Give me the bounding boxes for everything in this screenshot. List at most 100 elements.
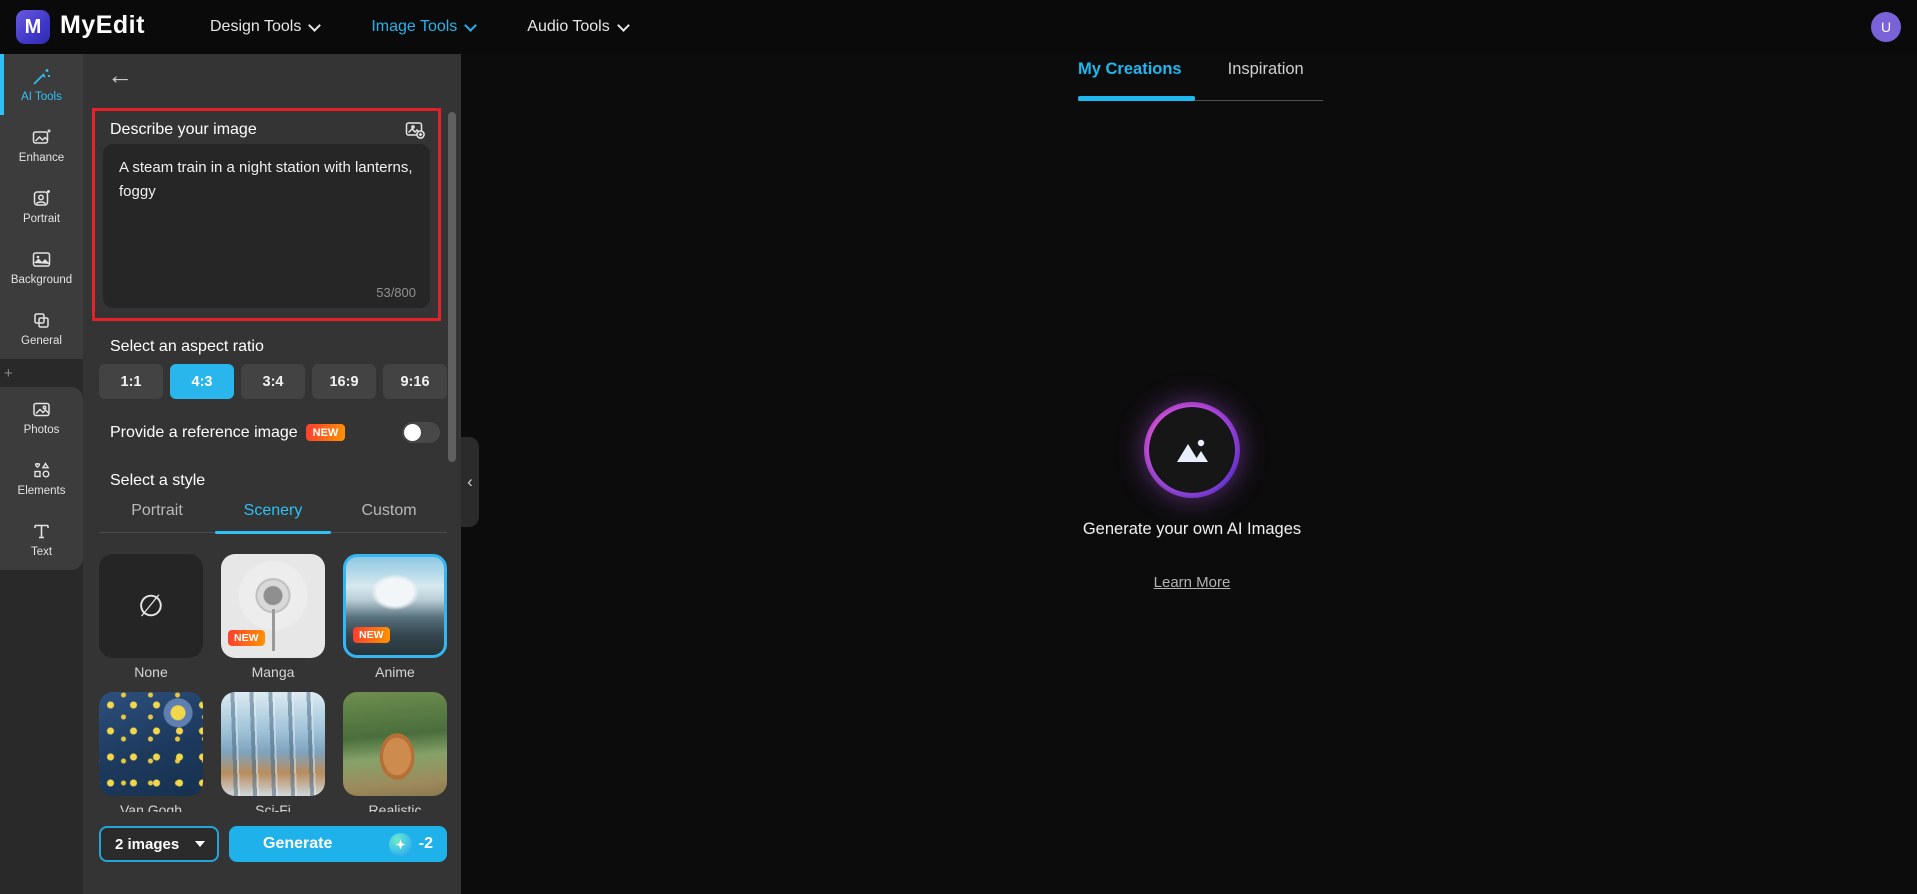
sidebar-item-text[interactable]: Text [0, 509, 83, 570]
none-slash-icon: ∅ [138, 589, 164, 624]
tab-portrait[interactable]: Portrait [99, 498, 215, 532]
chevron-down-icon [617, 19, 630, 32]
sidebar-item-label: Background [11, 274, 72, 286]
reference-image-toggle[interactable] [402, 422, 440, 443]
portrait-person-icon [31, 188, 52, 209]
tab-my-creations[interactable]: My Creations [1078, 60, 1182, 79]
myedit-logo-icon[interactable]: M [16, 10, 50, 44]
ratio-16-9-button[interactable]: 16:9 [312, 364, 376, 399]
sidebar-item-general[interactable]: General [0, 298, 83, 359]
ratio-1-1-button[interactable]: 1:1 [99, 364, 163, 399]
ratio-3-4-button[interactable]: 3:4 [241, 364, 305, 399]
ratio-4-3-button[interactable]: 4:3 [170, 364, 234, 399]
menu-label: Audio Tools [527, 18, 609, 36]
credit-coin-icon [389, 833, 412, 856]
learn-more-link[interactable]: Learn More [1042, 574, 1342, 591]
style-option-none: ∅ None [99, 554, 203, 680]
prompt-box: A steam train in a night station with la… [103, 144, 430, 308]
aspect-ratio-label: Select an aspect ratio [110, 338, 264, 356]
sidebar-item-ai-tools[interactable]: AI Tools [0, 54, 83, 115]
style-label: Select a style [110, 472, 205, 490]
style-tabs: Portrait Scenery Custom [99, 498, 447, 533]
new-badge: NEW [228, 630, 265, 646]
ratio-9-16-button[interactable]: 9:16 [383, 364, 447, 399]
sidebar-item-background[interactable]: Background [0, 237, 83, 298]
credit-cost: -2 [419, 835, 433, 853]
panel-scrollbar-thumb[interactable] [448, 112, 456, 462]
chevron-down-icon [464, 19, 477, 32]
image-add-icon[interactable] [404, 119, 426, 141]
empty-state-title: Generate your own AI Images [1042, 520, 1342, 539]
sidebar-item-enhance[interactable]: Enhance [0, 115, 83, 176]
plus-icon[interactable]: + [4, 365, 13, 382]
sidebar-item-label: Text [31, 546, 52, 558]
style-grid: ∅ None NEW Manga NEW Anime Van Gogh [99, 554, 447, 818]
generate-button[interactable]: Generate -2 [229, 826, 447, 862]
style-tile-sci-fi[interactable] [221, 692, 325, 796]
style-tile-realistic[interactable] [343, 692, 447, 796]
image-count-dropdown[interactable]: 2 images [99, 826, 219, 862]
menu-image-tools[interactable]: Image Tools [371, 18, 475, 36]
style-option-manga: NEW Manga [221, 554, 325, 680]
prompt-label: Describe your image [110, 121, 257, 139]
back-arrow-icon[interactable]: ← [107, 60, 133, 91]
sidebar-item-portrait[interactable]: Portrait [0, 176, 83, 237]
sidebar-item-label: General [21, 335, 62, 347]
prompt-input[interactable]: A steam train in a night station with la… [103, 144, 430, 270]
sidebar-item-label: AI Tools [21, 91, 62, 103]
style-tile-label: None [134, 664, 167, 680]
menu-label: Design Tools [210, 18, 301, 36]
panel-collapse-handle[interactable]: ‹ [461, 437, 479, 527]
sidebar-item-photos[interactable]: Photos [0, 387, 83, 448]
text-t-icon [31, 521, 52, 542]
menu-audio-tools[interactable]: Audio Tools [527, 18, 627, 36]
style-option-van-gogh: Van Gogh [99, 692, 203, 818]
myedit-app: M MyEdit Design Tools Image Tools Audio … [0, 0, 1917, 894]
background-image-icon [31, 249, 52, 270]
magic-wand-icon [31, 66, 52, 87]
ai-image-panel: ← Describe your image A steam train in a… [83, 54, 461, 894]
photo-icon [31, 399, 52, 420]
style-tile-van-gogh[interactable] [99, 692, 203, 796]
chevron-left-icon: ‹ [467, 472, 473, 492]
style-tile-anime[interactable]: NEW [343, 554, 447, 658]
menu-label: Image Tools [371, 18, 457, 36]
panel-footer: 2 images Generate -2 [83, 812, 461, 894]
empty-state-ring-inner [1149, 407, 1235, 493]
style-tile-label: Anime [375, 664, 415, 680]
shapes-icon [31, 460, 52, 481]
reference-image-row: Provide a reference image NEW [110, 422, 440, 443]
menu-design-tools[interactable]: Design Tools [210, 18, 319, 36]
top-navbar: M MyEdit Design Tools Image Tools Audio … [0, 0, 1917, 54]
style-option-anime: NEW Anime [343, 554, 447, 680]
tab-inspiration[interactable]: Inspiration [1228, 60, 1304, 79]
sidebar-group-media: Photos Elements Text [0, 387, 83, 570]
style-tile-label: Manga [252, 664, 295, 680]
sidebar-item-label: Elements [18, 485, 66, 497]
new-badge: NEW [306, 424, 346, 441]
enhance-image-icon [31, 127, 52, 148]
prompt-section-highlight: Describe your image A steam train in a n… [92, 108, 441, 321]
sidebar-gap: + [0, 359, 83, 387]
reference-image-label: Provide a reference image [110, 424, 298, 442]
style-tile-none[interactable]: ∅ [99, 554, 203, 658]
caret-down-icon [195, 841, 205, 847]
style-tile-manga[interactable]: NEW [221, 554, 325, 658]
user-avatar[interactable]: U [1871, 12, 1901, 42]
generate-label: Generate [263, 835, 332, 853]
tab-scenery[interactable]: Scenery [215, 498, 331, 532]
sidebar-item-label: Enhance [19, 152, 64, 164]
image-count-value: 2 images [115, 836, 179, 853]
new-badge: NEW [353, 627, 390, 643]
aspect-ratio-group: 1:1 4:3 3:4 16:9 9:16 [99, 364, 447, 399]
logo-text[interactable]: MyEdit [60, 11, 145, 40]
tab-custom[interactable]: Custom [331, 498, 447, 532]
sidebar-item-label: Portrait [23, 213, 60, 225]
sidebar-item-elements[interactable]: Elements [0, 448, 83, 509]
main-tabs: My Creations Inspiration [1078, 60, 1304, 79]
style-option-sci-fi: Sci-Fi [221, 692, 325, 818]
empty-state-ring [1144, 402, 1240, 498]
active-tab-underline [1078, 96, 1195, 101]
overlapping-squares-icon [31, 310, 52, 331]
sidebar-item-label: Photos [24, 424, 60, 436]
